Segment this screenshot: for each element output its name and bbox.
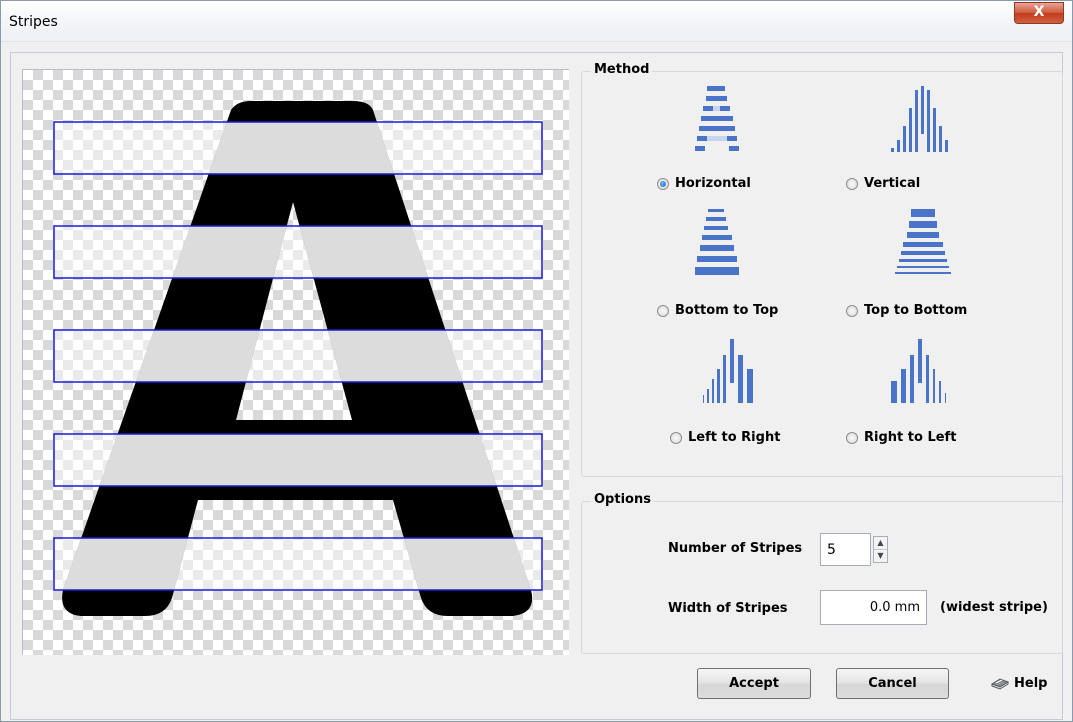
stripe-outline[interactable]: [53, 537, 543, 591]
radio-button-icon[interactable]: [846, 304, 858, 317]
title-bar[interactable]: Stripes X: [1, 1, 1072, 42]
num-stripes-spinner[interactable]: ▲ ▼: [873, 536, 888, 563]
radio-vertical-label: Vertical: [864, 176, 921, 191]
num-stripes-input[interactable]: [820, 533, 871, 566]
radio-button-icon[interactable]: [846, 177, 858, 190]
stripe-outline[interactable]: [53, 121, 543, 175]
horizontal-stripes-icon: [695, 86, 739, 151]
radio-bottom-to-top-label: Bottom to Top: [675, 303, 779, 318]
radio-top-to-bottom-label: Top to Bottom: [864, 303, 968, 318]
radio-button-icon[interactable]: [846, 431, 858, 444]
right-to-left-stripes-icon: [891, 339, 946, 403]
left-to-right-stripes-icon: [703, 339, 753, 403]
radio-button-icon[interactable]: [657, 304, 669, 317]
preview-canvas: [53, 101, 543, 616]
accept-button[interactable]: Accept: [697, 668, 811, 699]
method-legend: Method: [591, 62, 653, 77]
window-title: Stripes: [9, 14, 58, 30]
stripe-outline[interactable]: [53, 329, 543, 383]
close-button[interactable]: X: [1014, 2, 1064, 24]
radio-left-to-right-label: Left to Right: [688, 430, 781, 445]
radio-button-icon[interactable]: [670, 431, 682, 444]
options-group: [581, 501, 1063, 654]
method-group: [581, 71, 1063, 477]
spin-down-icon[interactable]: ▼: [874, 549, 887, 562]
stripe-outline[interactable]: [53, 225, 543, 279]
stripe-preview: [22, 69, 569, 655]
spin-up-icon[interactable]: ▲: [874, 537, 887, 549]
options-legend: Options: [591, 492, 654, 507]
radio-button-icon[interactable]: [657, 177, 669, 190]
help-button[interactable]: Help: [990, 675, 1047, 691]
radio-bottom-to-top[interactable]: Bottom to Top: [657, 303, 778, 318]
width-stripes-label: Width of Stripes: [668, 601, 788, 616]
top-to-bottom-stripes-icon: [895, 209, 951, 274]
help-book-icon: [990, 678, 1010, 690]
radio-left-to-right[interactable]: Left to Right: [670, 430, 780, 445]
radio-top-to-bottom[interactable]: Top to Bottom: [846, 303, 967, 318]
width-stripes-input[interactable]: [820, 590, 927, 625]
stripe-outline[interactable]: [53, 433, 543, 487]
num-stripes-label: Number of Stripes: [668, 541, 803, 556]
vertical-stripes-icon: [891, 86, 948, 152]
help-label: Help: [1014, 675, 1048, 691]
radio-vertical[interactable]: Vertical: [846, 176, 920, 191]
radio-right-to-left-label: Right to Left: [864, 430, 957, 445]
radio-right-to-left[interactable]: Right to Left: [846, 430, 956, 445]
radio-horizontal-label: Horizontal: [675, 176, 751, 191]
bottom-to-top-stripes-icon: [695, 209, 739, 275]
radio-horizontal[interactable]: Horizontal: [657, 176, 751, 191]
width-note: (widest stripe): [940, 600, 1048, 615]
cancel-button[interactable]: Cancel: [836, 668, 949, 699]
